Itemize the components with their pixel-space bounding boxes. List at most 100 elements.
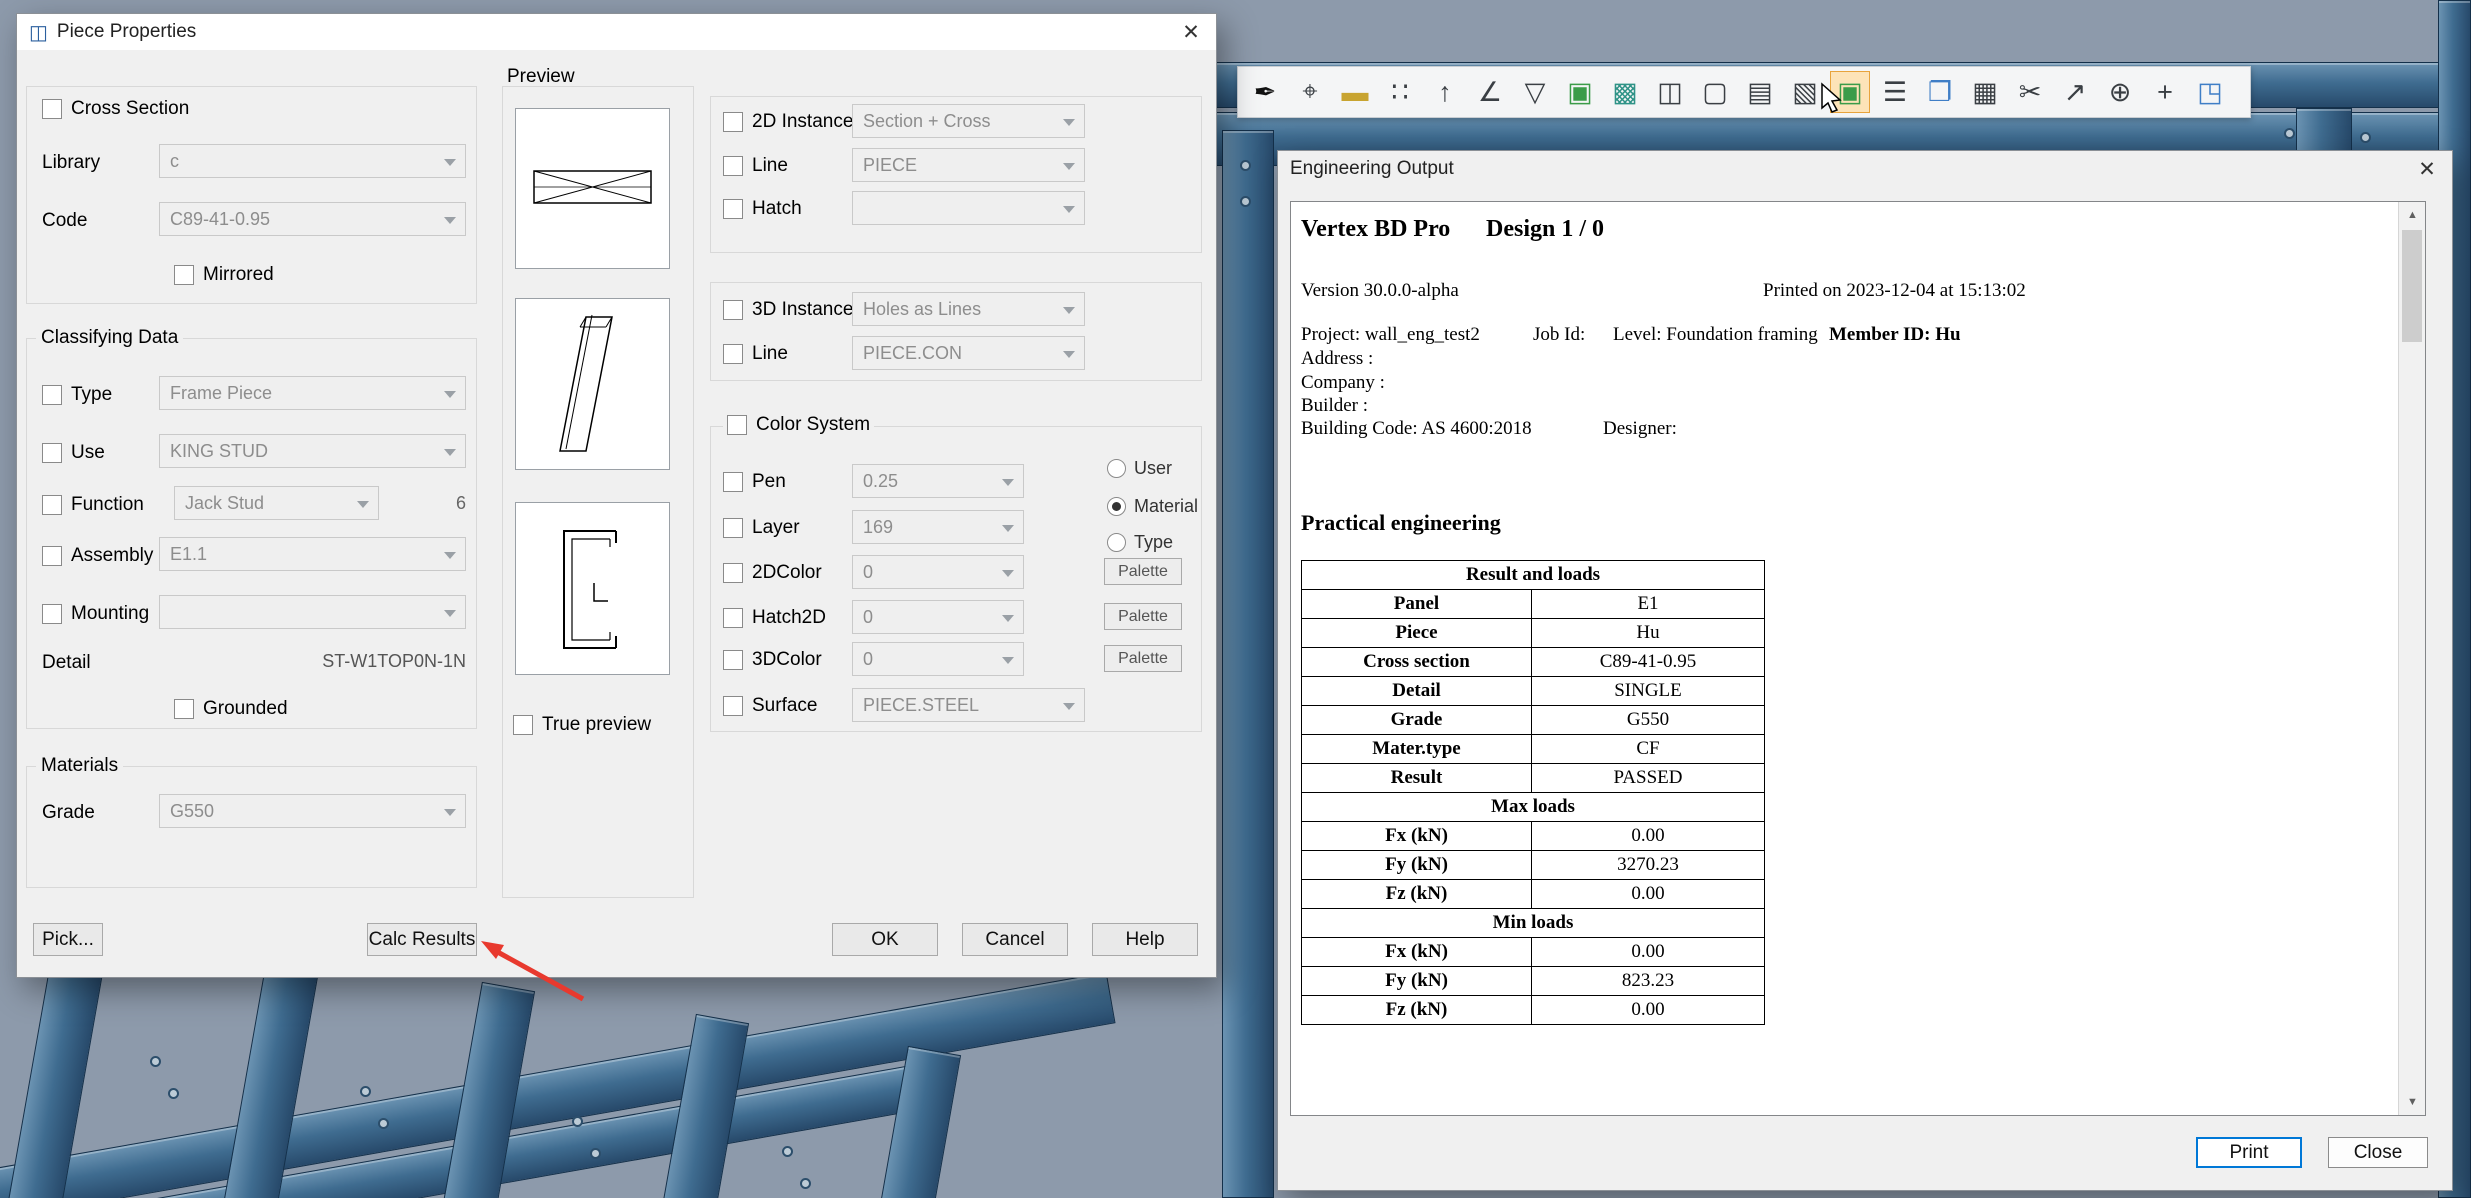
preview-label: Preview	[507, 66, 575, 88]
hatch-dropdown[interactable]	[852, 191, 1085, 225]
table-header-cell: Min loads	[1302, 909, 1765, 938]
2d-instance-dropdown[interactable]: Section + Cross	[852, 104, 1085, 138]
hatch2d-checkbox[interactable]: Hatch2D	[723, 607, 826, 629]
function-checkbox[interactable]: Function	[42, 494, 144, 516]
grade-dropdown[interactable]: G550	[159, 794, 466, 828]
use-dropdown[interactable]: KING STUD	[159, 434, 466, 468]
3dcolor-dropdown[interactable]: 0	[852, 642, 1024, 676]
section-view-icon[interactable]: ▤	[1741, 72, 1779, 112]
palette-hatch-button[interactable]: Palette	[1104, 603, 1182, 630]
pen-checkbox[interactable]: Pen	[723, 471, 786, 493]
surface-checkbox[interactable]: Surface	[723, 695, 817, 717]
table-row: GradeG550	[1302, 706, 1765, 735]
layer-dropdown[interactable]: 169	[852, 510, 1024, 544]
assembly-checkbox[interactable]: Assembly	[42, 545, 153, 567]
pen-dropdown[interactable]: 0.25	[852, 464, 1024, 498]
report-address: Address :	[1301, 348, 1373, 370]
true-preview-checkbox[interactable]: True preview	[513, 714, 651, 736]
ok-button[interactable]: OK	[832, 923, 938, 956]
table-cell: Grade	[1302, 706, 1532, 735]
move-icon[interactable]: ↗	[2056, 72, 2094, 112]
filter-icon[interactable]: ▽	[1516, 72, 1554, 112]
checkbox-label: Use	[71, 442, 105, 464]
shaded-view-icon[interactable]: ▩	[1606, 72, 1644, 112]
vertical-scrollbar[interactable]: ▲ ▼	[2398, 202, 2426, 1115]
print-icon[interactable]: ▦	[1966, 72, 2004, 112]
checkbox-box-icon	[723, 199, 743, 219]
scrollbar-thumb[interactable]	[2402, 230, 2422, 342]
3dcolor-checkbox[interactable]: 3DColor	[723, 649, 822, 671]
help-button[interactable]: Help	[1092, 923, 1198, 956]
solid-view-icon[interactable]: ▣	[1561, 72, 1599, 112]
copy-drawing-icon[interactable]: ❐	[1921, 72, 1959, 112]
outline-view-icon[interactable]: ▢	[1696, 72, 1734, 112]
cross-section-checkbox[interactable]: Cross Section	[42, 98, 189, 120]
hatch-checkbox[interactable]: Hatch	[723, 198, 802, 220]
close-button[interactable]: Close	[2328, 1137, 2428, 1168]
iso-view-icon[interactable]: ▧	[1786, 72, 1824, 112]
type-dropdown[interactable]: Frame Piece	[159, 376, 466, 410]
surface-dropdown[interactable]: PIECE.STEEL	[852, 688, 1085, 722]
dropdown-value: PIECE.STEEL	[863, 695, 979, 716]
checkbox-box-icon	[42, 385, 62, 405]
material-radio[interactable]: Material	[1107, 496, 1198, 517]
piece-properties-titlebar[interactable]: ◫ Piece Properties	[17, 14, 1216, 50]
table-cell: 0.00	[1532, 880, 1765, 909]
function-dropdown[interactable]: Jack Stud	[174, 486, 379, 520]
fit-window-icon[interactable]: ◳	[2191, 72, 2229, 112]
scroll-down-icon[interactable]: ▼	[2399, 1089, 2426, 1115]
checkbox-label: Layer	[752, 517, 800, 539]
2d-line-checkbox[interactable]: Line	[723, 155, 788, 177]
checkbox-box-icon	[723, 300, 743, 320]
snap-angle-icon[interactable]: ∠	[1471, 72, 1509, 112]
2dcolor-dropdown[interactable]: 0	[852, 555, 1024, 589]
layer-list-icon[interactable]: ☰	[1876, 72, 1914, 112]
table-cell: Hu	[1532, 619, 1765, 648]
2dcolor-checkbox[interactable]: 2DColor	[723, 562, 822, 584]
cut-icon[interactable]: ✂	[2011, 72, 2049, 112]
mounting-dropdown[interactable]	[159, 595, 466, 629]
palette-2d-button[interactable]: Palette	[1104, 558, 1182, 585]
layer-checkbox[interactable]: Layer	[723, 517, 800, 539]
checkbox-label: Color System	[756, 414, 870, 436]
print-button[interactable]: Print	[2196, 1137, 2302, 1168]
grounded-checkbox[interactable]: Grounded	[174, 698, 288, 720]
library-dropdown[interactable]: c	[159, 144, 466, 178]
3d-line-dropdown[interactable]: PIECE.CON	[852, 336, 1085, 370]
2d-line-dropdown[interactable]: PIECE	[852, 148, 1085, 182]
user-radio[interactable]: User	[1107, 458, 1172, 479]
hatch2d-dropdown[interactable]: 0	[852, 600, 1024, 634]
pin-icon[interactable]: ✒	[1246, 72, 1284, 112]
3d-line-checkbox[interactable]: Line	[723, 343, 788, 365]
use-checkbox[interactable]: Use	[42, 442, 105, 464]
type-checkbox[interactable]: Type	[42, 384, 112, 406]
cancel-button[interactable]: Cancel	[962, 923, 1068, 956]
snap-direction-icon[interactable]: ↑	[1426, 72, 1464, 112]
palette-3d-button[interactable]: Palette	[1104, 645, 1182, 672]
scroll-up-icon[interactable]: ▲	[2399, 202, 2426, 228]
add-icon[interactable]: +	[2146, 72, 2184, 112]
close-icon[interactable]: ✕	[2402, 151, 2452, 187]
assembly-dropdown[interactable]: E1.1	[159, 537, 466, 571]
snap-points-icon[interactable]: ∷	[1381, 72, 1419, 112]
table-row: Fx (kN)0.00	[1302, 822, 1765, 851]
window-view-icon[interactable]: ◫	[1651, 72, 1689, 112]
type-radio[interactable]: Type	[1107, 532, 1173, 553]
engineering-output-titlebar[interactable]: Engineering Output	[1278, 151, 2452, 187]
3d-instance-dropdown[interactable]: Holes as Lines	[852, 292, 1085, 326]
code-dropdown[interactable]: C89-41-0.95	[159, 202, 466, 236]
ruler-icon[interactable]: ▬	[1336, 72, 1374, 112]
mounting-checkbox[interactable]: Mounting	[42, 603, 149, 625]
color-system-checkbox[interactable]: Color System	[723, 414, 874, 436]
code-label: Code	[42, 210, 87, 232]
pick-target-icon[interactable]: ⌖	[1291, 72, 1329, 112]
3d-instance-checkbox[interactable]: 3D Instance	[723, 299, 853, 321]
close-icon[interactable]: ✕	[1166, 14, 1216, 50]
2d-instance-checkbox[interactable]: 2D Instance	[723, 111, 853, 133]
pick-button[interactable]: Pick...	[33, 923, 103, 956]
mirrored-checkbox[interactable]: Mirrored	[174, 264, 274, 286]
attach-icon[interactable]: ⊕	[2101, 72, 2139, 112]
checkbox-label: True preview	[542, 714, 651, 736]
bolt-icon	[360, 1086, 371, 1097]
classifying-group-label: Classifying Data	[36, 327, 183, 349]
